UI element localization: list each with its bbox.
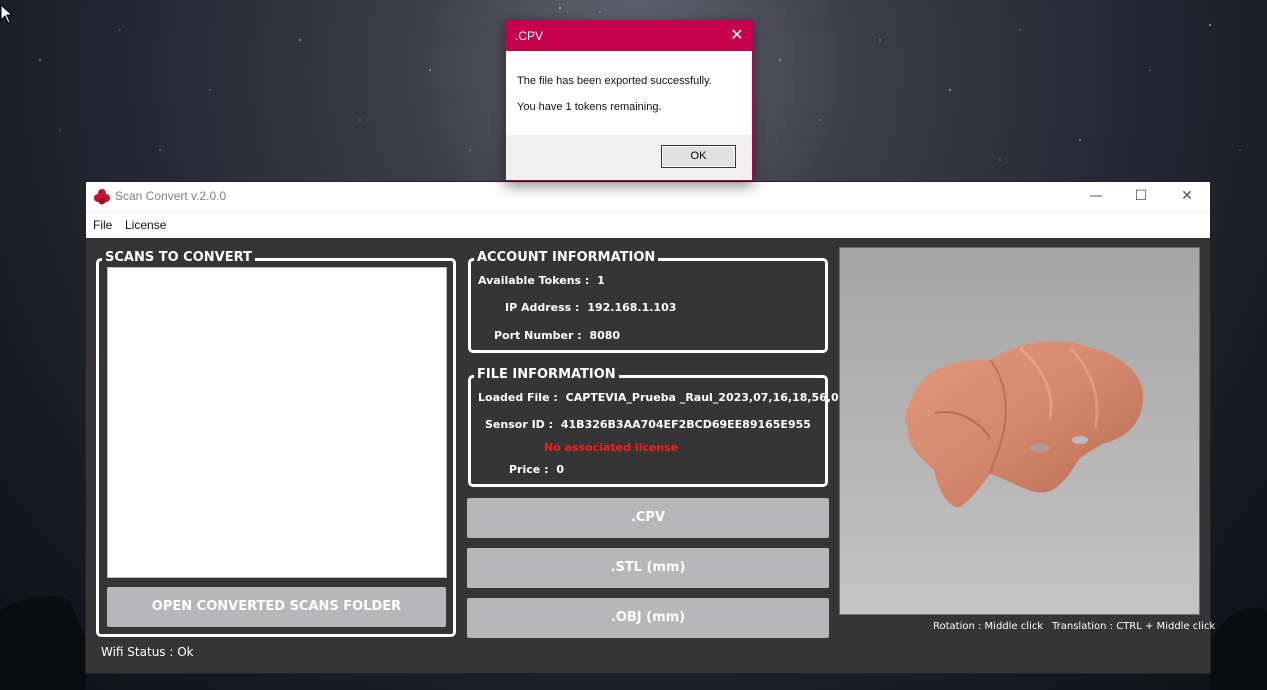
maximize-button[interactable]: ☐: [1118, 182, 1164, 211]
price-label: Price :: [509, 463, 549, 476]
scan-model-3d: [905, 341, 1144, 508]
window-title: Scan Convert v.2.0.0: [115, 189, 227, 203]
export-cpv-button[interactable]: .CPV: [467, 498, 829, 538]
app-logo-icon: [94, 189, 110, 205]
dialog-title-bar: .CPV ✕: [506, 21, 752, 51]
export-obj-button[interactable]: .OBJ (mm): [467, 598, 829, 638]
loaded-file-label: Loaded File :: [478, 391, 558, 404]
port-row: Port Number : 8080: [494, 329, 620, 342]
minimize-button[interactable]: —: [1073, 182, 1119, 211]
sensor-id-row: Sensor ID : 41B326B3AA704EF2BCD69EE89165…: [485, 418, 811, 431]
file-info-group-title: FILE INFORMATION: [474, 367, 619, 383]
menu-license[interactable]: License: [125, 218, 166, 232]
translation-hint: Translation : CTRL + Middle click: [1052, 621, 1216, 632]
dialog-body: The file has been exported successfully.…: [506, 51, 752, 135]
scans-group-title: SCANS TO CONVERT: [102, 250, 255, 266]
wifi-status: Wifi Status : Ok: [101, 645, 194, 659]
loaded-file-row: Loaded File : CAPTEVIA_Prueba _Raul_2023…: [478, 391, 872, 404]
sensor-id-value: 41B326B3AA704EF2BCD69EE89165E955: [560, 418, 811, 431]
dialog-message-line1: The file has been exported successfully.: [517, 75, 712, 87]
export-stl-button[interactable]: .STL (mm): [467, 548, 829, 588]
title-bar: Scan Convert v.2.0.0 — ☐ ✕: [86, 182, 1210, 211]
menu-file[interactable]: File: [93, 218, 112, 232]
tokens-label: Available Tokens :: [478, 274, 590, 287]
export-dialog: .CPV ✕ The file has been exported succes…: [505, 20, 753, 181]
ip-label: IP Address :: [505, 301, 580, 314]
3d-viewer[interactable]: [839, 247, 1200, 615]
loaded-file-value: CAPTEVIA_Prueba _Raul_2023,07,16,18,56,0…: [565, 391, 873, 404]
port-label: Port Number :: [494, 329, 582, 342]
rotation-hint: Rotation : Middle click: [933, 621, 1044, 632]
close-button[interactable]: ✕: [1164, 182, 1210, 211]
dialog-message-line2: You have 1 tokens remaining.: [517, 101, 662, 113]
mouse-cursor: [0, 4, 14, 24]
sensor-id-label: Sensor ID :: [485, 418, 554, 431]
open-converted-scans-folder-button[interactable]: OPEN CONVERTED SCANS FOLDER: [107, 587, 446, 627]
tokens-row: Available Tokens : 1: [478, 274, 605, 287]
scan-list[interactable]: [107, 267, 447, 578]
account-group-title: ACCOUNT INFORMATION: [474, 250, 659, 266]
port-value: 8080: [589, 329, 621, 342]
price-row: Price : 0: [509, 463, 564, 476]
menu-bar: File License: [86, 211, 1210, 238]
tokens-value: 1: [597, 274, 605, 287]
ip-value: 192.168.1.103: [587, 301, 677, 314]
main-window: Scan Convert v.2.0.0 — ☐ ✕ File License …: [86, 182, 1215, 673]
ip-row: IP Address : 192.168.1.103: [505, 301, 676, 314]
dialog-ok-button[interactable]: OK: [661, 145, 736, 168]
dialog-title: .CPV: [515, 29, 544, 43]
price-value: 0: [556, 463, 564, 476]
dialog-close-icon[interactable]: ✕: [728, 26, 746, 44]
license-warning: No associated license: [544, 441, 679, 454]
